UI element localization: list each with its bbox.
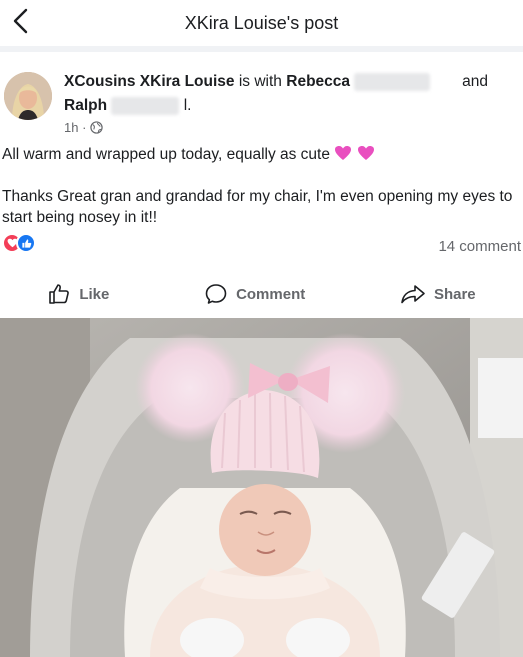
comment-bubble-icon (205, 284, 227, 304)
redacted-surname-1 (354, 72, 431, 91)
like-label: Like (79, 285, 110, 303)
thumbs-up-icon (49, 284, 70, 304)
avatar[interactable] (4, 72, 52, 120)
chevron-left-icon[interactable] (8, 6, 34, 36)
with-text: is with (238, 73, 282, 90)
comment-label: Comment (236, 285, 306, 303)
tagged-person-2[interactable]: Ralph (64, 97, 107, 114)
post-meta: 1h · (64, 120, 104, 135)
tagged-person-2-suffix: l. (183, 97, 192, 114)
share-label: Share (433, 285, 476, 303)
reactions[interactable] (2, 233, 36, 253)
comment-count[interactable]: 14 comment (438, 238, 521, 255)
post-photo[interactable] (0, 318, 523, 657)
redacted-surname-2 (111, 96, 180, 115)
avatar-image (4, 72, 52, 120)
page-title: XKira Louise's post (184, 12, 339, 33)
pink-heart-emoji-icon (335, 146, 352, 160)
globe-icon (90, 121, 104, 134)
post-text-line-2: Thanks Great gran and grandad for my cha… (2, 188, 513, 226)
post-time[interactable]: 1h · (64, 120, 86, 135)
author-name[interactable]: XCousins XKira Louise (64, 73, 235, 90)
pink-heart-emoji-icon (357, 146, 374, 160)
like-button[interactable]: Like (47, 282, 109, 306)
like-reaction-icon (16, 233, 36, 253)
top-bar: XKira Louise's post (0, 0, 523, 46)
share-button[interactable]: Share (400, 282, 476, 306)
baby-photo-image (0, 318, 523, 657)
post-header: XCousins XKira Louise is with Rebecca an… (64, 70, 514, 118)
post-text-line-1: All warm and wrapped up today, equally a… (2, 145, 521, 165)
action-bar: Like Comment Share (0, 276, 523, 312)
share-arrow-icon (401, 285, 425, 304)
tagged-person-1[interactable]: Rebecca (286, 73, 350, 90)
divider (0, 46, 523, 52)
post-text-1: All warm and wrapped up today, equally a… (2, 146, 330, 163)
comment-button[interactable]: Comment (204, 282, 305, 306)
and-text: and (462, 73, 488, 90)
